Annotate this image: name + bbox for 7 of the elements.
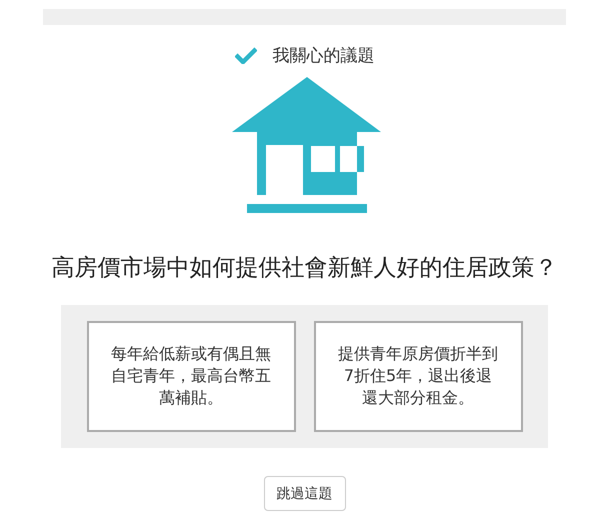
question-text: 高房價市場中如何提供社會新鮮人好的住居政策？	[52, 254, 558, 283]
header-label: 我關心的議題	[272, 44, 374, 66]
house-icon	[232, 77, 382, 213]
option-card[interactable]: 每年給低薪或有偶且無自宅青年，最高台幣五萬補貼。	[86, 321, 296, 432]
check-icon	[234, 46, 256, 64]
option-card[interactable]: 提供青年原房價折半到7折住5年，退出後退還大部分租金。	[314, 321, 522, 432]
skip-button[interactable]: 跳過這題	[264, 476, 346, 511]
